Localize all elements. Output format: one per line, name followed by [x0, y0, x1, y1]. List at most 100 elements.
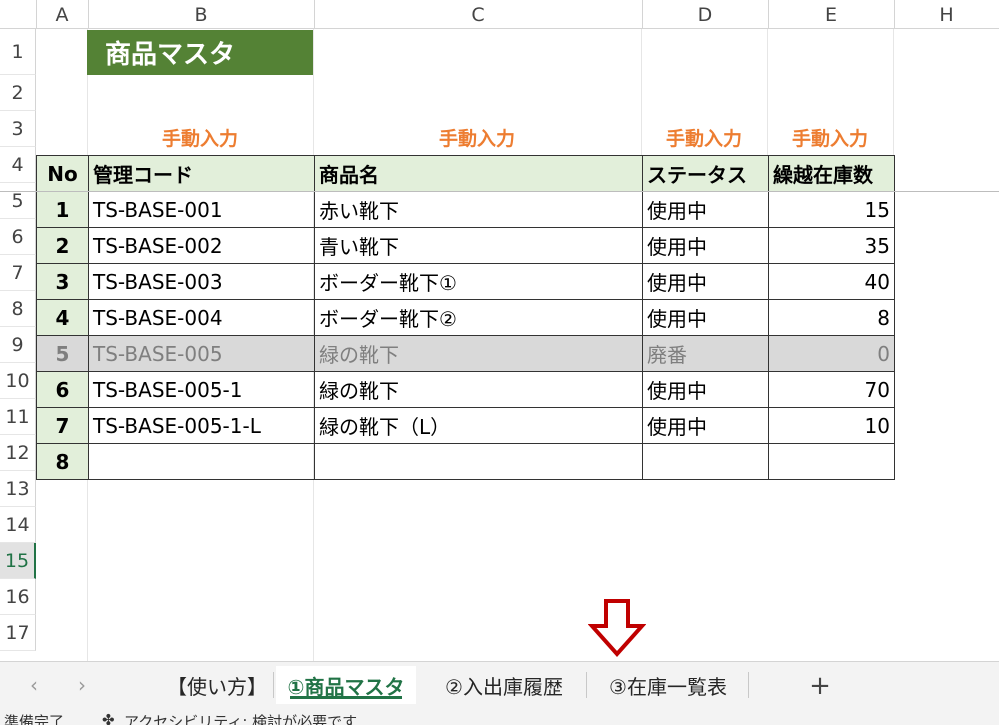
status-accessibility[interactable]: アクセシビリティ: 検討が必要です	[124, 711, 357, 725]
row-header-15[interactable]: 15	[0, 543, 36, 579]
cell-no[interactable]: 6	[36, 371, 89, 408]
sheet-title: 商品マスタ	[87, 30, 313, 75]
cell-code[interactable]	[88, 443, 315, 480]
status-bar: 準備完了 ✤ アクセシビリティ: 検討が必要です	[0, 709, 999, 725]
cell-status[interactable]: 廃番	[642, 335, 769, 372]
row-header-bar: 1 2 3 4 5 6 7 8 9 10 11 12 13 14 15 16 17	[0, 29, 36, 661]
cell-name[interactable]: 緑の靴下（L）	[314, 407, 643, 444]
select-all-corner[interactable]	[0, 0, 37, 29]
sheet-tab-bar: ‹ › 【使い方】 ①商品マスタ ②入出庫履歴 ③在庫一覧表 +	[0, 661, 999, 709]
manual-input-label-e: 手動入力	[791, 127, 868, 150]
tab-stock-list[interactable]: ③在庫一覧表	[590, 666, 746, 704]
column-header-h[interactable]: H	[894, 0, 999, 29]
row-header-10[interactable]: 10	[0, 363, 36, 399]
cell-code[interactable]: TS-BASE-003	[88, 263, 315, 300]
cell-status[interactable]: 使用中	[642, 191, 769, 228]
cell-name[interactable]: 赤い靴下	[314, 191, 643, 228]
column-header-d[interactable]: D	[642, 0, 769, 29]
cell-name[interactable]	[314, 443, 643, 480]
product-master-table: No 管理コード 商品名 ステータス 繰越在庫数 1 TS-BASE-001 赤い靴…	[36, 155, 895, 480]
cell-status[interactable]: 使用中	[642, 407, 769, 444]
cell-no[interactable]: 1	[36, 191, 89, 228]
cell-code[interactable]: TS-BASE-002	[88, 227, 315, 264]
add-sheet-icon[interactable]: +	[802, 668, 838, 704]
cell-status[interactable]	[642, 443, 769, 480]
cell-qty[interactable]	[768, 443, 895, 480]
row-header-12[interactable]: 12	[0, 435, 36, 471]
tab-product-master[interactable]: ①商品マスタ	[276, 666, 416, 704]
header-code[interactable]: 管理コード	[88, 155, 315, 192]
header-status[interactable]: ステータス	[642, 155, 769, 192]
row-header-11[interactable]: 11	[0, 399, 36, 435]
row-header-16[interactable]: 16	[0, 579, 36, 615]
header-name[interactable]: 商品名	[314, 155, 643, 192]
tab-separator	[273, 672, 274, 698]
cell-no[interactable]: 3	[36, 263, 89, 300]
cell-name[interactable]: ボーダー靴下①	[314, 263, 643, 300]
table-row: 7 TS-BASE-005-1-L 緑の靴下（L） 使用中 10	[36, 407, 895, 444]
table-row: 8	[36, 443, 895, 480]
cell-code[interactable]: TS-BASE-005	[88, 335, 315, 372]
cell-status[interactable]: 使用中	[642, 371, 769, 408]
cell-qty[interactable]: 8	[768, 299, 895, 336]
cell-code[interactable]: TS-BASE-005-1-L	[88, 407, 315, 444]
tab-separator	[748, 672, 749, 698]
cell-status[interactable]: 使用中	[642, 263, 769, 300]
table-row: 3 TS-BASE-003 ボーダー靴下① 使用中 40	[36, 263, 895, 300]
manual-input-label-b: 手動入力	[161, 127, 238, 150]
tab-usage[interactable]: 【使い方】	[163, 666, 271, 704]
cell-code[interactable]: TS-BASE-005-1	[88, 371, 315, 408]
cell-status[interactable]: 使用中	[642, 299, 769, 336]
row-header-14[interactable]: 14	[0, 507, 36, 543]
cell-code[interactable]: TS-BASE-001	[88, 191, 315, 228]
row-header-1[interactable]: 1	[0, 29, 36, 75]
cell-no[interactable]: 7	[36, 407, 89, 444]
tab-stock-history[interactable]: ②入出庫履歴	[424, 666, 584, 704]
down-arrow-icon	[588, 599, 646, 658]
row-header-17[interactable]: 17	[0, 615, 36, 651]
row-header-8[interactable]: 8	[0, 291, 36, 327]
row-header-7[interactable]: 7	[0, 255, 36, 291]
tab-scroll-left-icon[interactable]: ‹	[22, 672, 46, 698]
cell-qty[interactable]: 0	[768, 335, 895, 372]
cell-no[interactable]: 4	[36, 299, 89, 336]
row-header-6[interactable]: 6	[0, 219, 36, 255]
cell-qty[interactable]: 10	[768, 407, 895, 444]
row-header-9[interactable]: 9	[0, 327, 36, 363]
freeze-pane-line	[0, 191, 999, 192]
table-row: 6 TS-BASE-005-1 緑の靴下 使用中 70	[36, 371, 895, 408]
sheet-grid[interactable]: 商品マスタ 手動入力 手動入力 手動入力 手動入力 No 管理コード 商品名 ス…	[36, 29, 999, 661]
cell-code[interactable]: TS-BASE-004	[88, 299, 315, 336]
column-header-b[interactable]: B	[88, 0, 315, 29]
cell-status[interactable]: 使用中	[642, 227, 769, 264]
cell-no[interactable]: 5	[36, 335, 89, 372]
row-header-13[interactable]: 13	[0, 471, 36, 507]
cell-qty[interactable]: 70	[768, 371, 895, 408]
row-header-4[interactable]: 4	[0, 147, 36, 183]
status-ready: 準備完了	[4, 713, 65, 725]
cell-qty[interactable]: 35	[768, 227, 895, 264]
cell-name[interactable]: ボーダー靴下②	[314, 299, 643, 336]
cell-no[interactable]: 8	[36, 443, 89, 480]
row-header-2[interactable]: 2	[0, 75, 36, 111]
table-row: 5 TS-BASE-005 緑の靴下 廃番 0	[36, 335, 895, 372]
manual-input-label-d: 手動入力	[665, 127, 742, 150]
cell-name[interactable]: 青い靴下	[314, 227, 643, 264]
table-header-row: No 管理コード 商品名 ステータス 繰越在庫数	[36, 155, 895, 192]
row-header-5[interactable]: 5	[0, 183, 36, 219]
cell-qty[interactable]: 15	[768, 191, 895, 228]
cell-name[interactable]: 緑の靴下	[314, 371, 643, 408]
cell-name[interactable]: 緑の靴下	[314, 335, 643, 372]
cell-no[interactable]: 2	[36, 227, 89, 264]
header-qty[interactable]: 繰越在庫数	[768, 155, 895, 192]
column-header-c[interactable]: C	[314, 0, 643, 29]
cell-qty[interactable]: 40	[768, 263, 895, 300]
table-row: 2 TS-BASE-002 青い靴下 使用中 35	[36, 227, 895, 264]
accessibility-icon[interactable]: ✤	[102, 711, 115, 725]
row-header-3[interactable]: 3	[0, 111, 36, 147]
header-no[interactable]: No	[36, 155, 89, 192]
table-row: 4 TS-BASE-004 ボーダー靴下② 使用中 8	[36, 299, 895, 336]
tab-scroll-right-icon[interactable]: ›	[70, 672, 94, 698]
column-header-e[interactable]: E	[768, 0, 895, 29]
column-header-a[interactable]: A	[36, 0, 89, 29]
